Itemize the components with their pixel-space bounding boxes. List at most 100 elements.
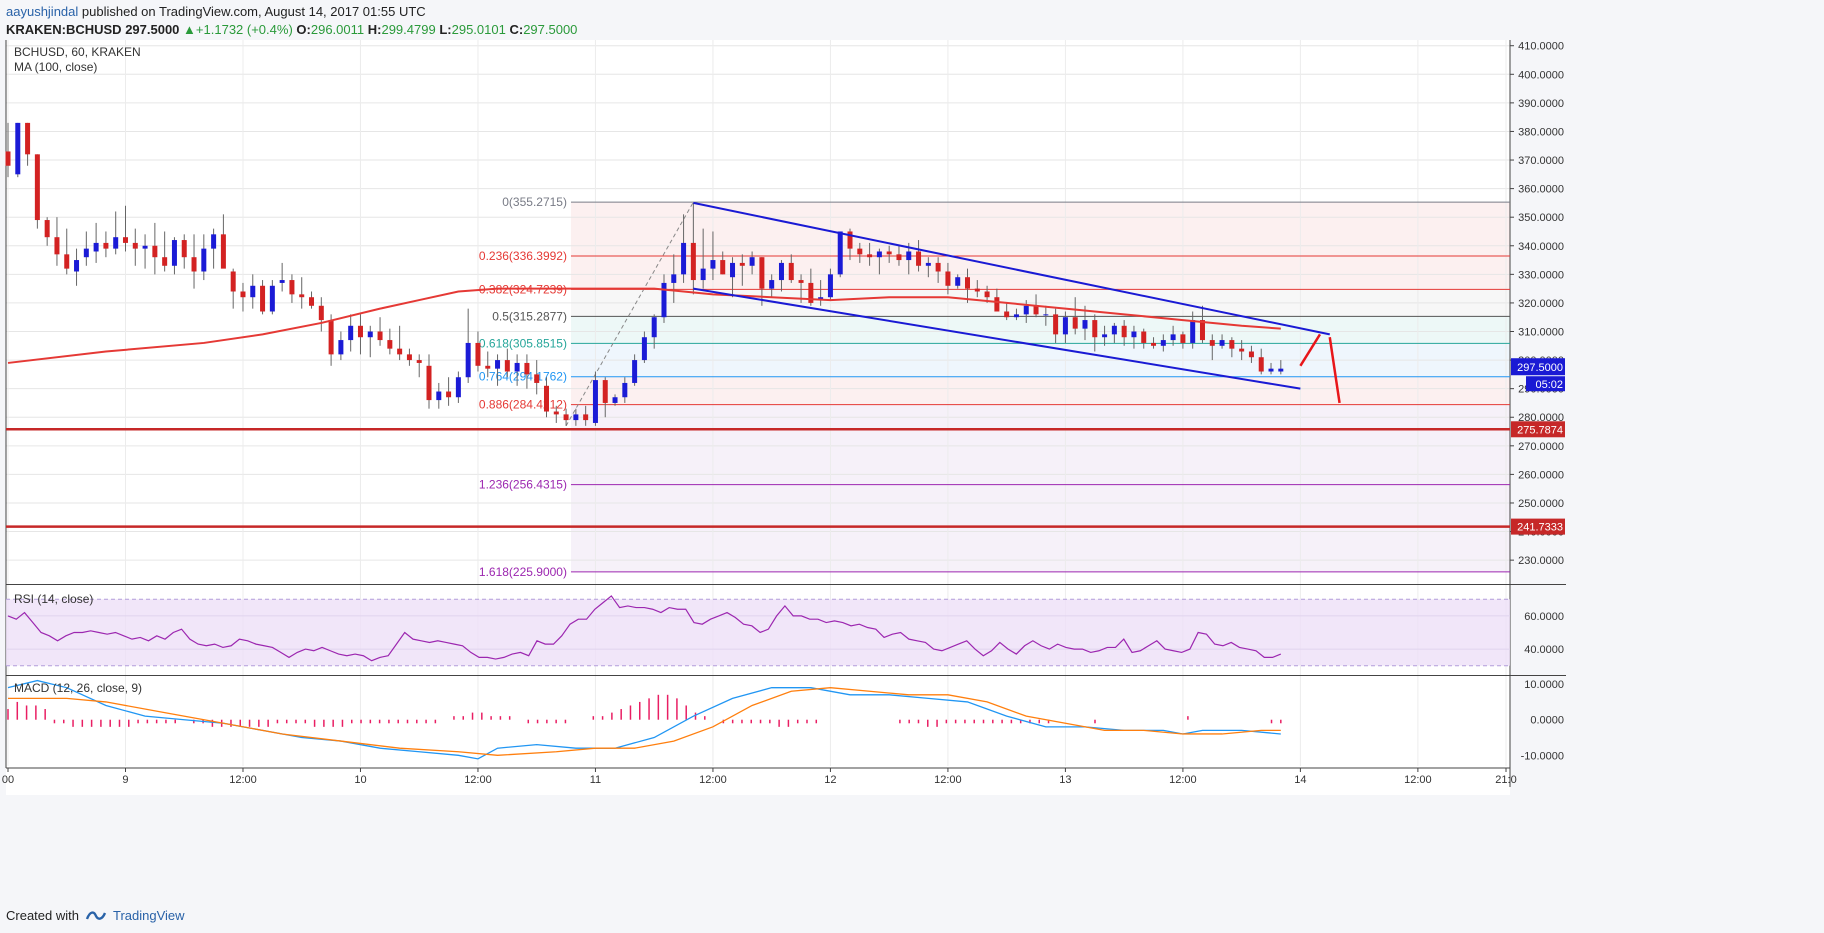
candle <box>455 377 461 398</box>
candle <box>543 385 549 412</box>
candle <box>632 360 638 383</box>
macd-tick-label: 10.0000 <box>1524 679 1564 691</box>
candle <box>896 254 902 261</box>
candle <box>348 325 354 341</box>
candle <box>1121 325 1127 338</box>
fib-label: 0.5(315.2877) <box>492 309 567 323</box>
candle <box>446 391 452 398</box>
created-with: Created with <box>6 908 79 923</box>
candle <box>289 280 295 295</box>
y-tick-label: 400.0000 <box>1518 69 1564 81</box>
candle <box>74 260 80 272</box>
candle <box>534 374 540 383</box>
fib-label: 0.764(294.1762) <box>479 370 567 384</box>
candle <box>122 237 128 243</box>
fib-label: 1.618(225.9000) <box>479 565 567 579</box>
candle <box>1072 317 1078 329</box>
symbol-label: KRAKEN:BCHUSD <box>6 22 122 37</box>
macd-legend: MACD (12, 26, close, 9) <box>14 681 142 695</box>
candle <box>1268 368 1274 372</box>
fib-zone <box>570 316 1510 344</box>
fib-label: 0(355.2715) <box>502 195 567 209</box>
candle <box>1082 320 1088 329</box>
candle <box>984 291 990 298</box>
candle <box>220 234 226 269</box>
candle <box>965 277 971 289</box>
price-chart[interactable]: 230.0000240.0000250.0000260.0000270.0000… <box>0 40 1824 895</box>
candle <box>1190 320 1196 343</box>
last-price-label: 297.5000 <box>1517 362 1563 374</box>
footer: Created with TradingView <box>6 908 185 923</box>
candle <box>152 245 158 258</box>
candle <box>426 365 432 401</box>
x-tick-label: 14 <box>1294 774 1306 786</box>
tradingview-brand[interactable]: TradingView <box>113 908 185 923</box>
candle <box>1023 305 1029 315</box>
x-tick-label: 9 <box>122 774 128 786</box>
candle <box>994 297 1000 312</box>
candle <box>857 248 863 255</box>
y-tick-label: 390.0000 <box>1518 98 1564 110</box>
macd-tick-label: -10.0000 <box>1521 750 1564 762</box>
candle <box>1131 331 1137 338</box>
candle <box>93 242 99 252</box>
rsi-tick-label: 40.0000 <box>1524 644 1564 656</box>
candle <box>201 248 207 272</box>
candle <box>759 257 765 289</box>
candle <box>612 397 618 403</box>
y-tick-label: 250.0000 <box>1518 498 1564 510</box>
legend-ma: MA (100, close) <box>14 60 97 74</box>
candle <box>44 220 50 238</box>
candle <box>1160 340 1166 346</box>
candle <box>925 262 931 266</box>
candle <box>945 271 951 286</box>
candle <box>788 262 794 281</box>
candle <box>34 154 40 221</box>
candle <box>64 254 70 269</box>
candle <box>837 231 843 275</box>
candle <box>700 268 706 281</box>
y-tick-label: 340.0000 <box>1518 241 1564 253</box>
candle <box>720 260 726 275</box>
candle <box>279 280 285 283</box>
countdown-label: 05:02 <box>1535 379 1563 391</box>
candle <box>1180 334 1186 343</box>
candle <box>514 362 520 372</box>
x-tick-label: 00 <box>2 774 14 786</box>
candle <box>798 280 804 283</box>
candle <box>5 151 11 166</box>
x-tick-label: 12 <box>824 774 836 786</box>
candle <box>769 280 775 289</box>
macd-tick-label: 0.0000 <box>1530 715 1564 727</box>
author-link[interactable]: aayushjindal <box>6 4 78 19</box>
candle <box>377 331 383 341</box>
candle <box>867 254 873 258</box>
candle <box>622 382 628 398</box>
open-value: 296.0011 <box>310 22 365 37</box>
change-arrow: ▲ <box>183 22 196 37</box>
candle <box>103 242 109 249</box>
candle <box>260 285 266 312</box>
candle <box>191 257 197 272</box>
y-tick-label: 310.0000 <box>1518 327 1564 339</box>
candle <box>367 331 373 338</box>
fib-zone <box>570 404 1510 485</box>
candle <box>583 414 589 421</box>
rsi-legend: RSI (14, close) <box>14 592 93 606</box>
fib-zone <box>570 202 1510 257</box>
candle <box>1111 325 1117 335</box>
x-tick-label: 12:00 <box>229 774 257 786</box>
low-value: 295.0101 <box>451 22 506 37</box>
candle <box>1170 334 1176 341</box>
candle <box>25 122 31 155</box>
candle <box>15 122 21 175</box>
fib-label: 0.618(305.8515) <box>479 336 567 350</box>
candle <box>357 325 363 338</box>
candle <box>1248 351 1254 358</box>
candle <box>916 251 922 266</box>
candle <box>1258 357 1264 372</box>
last-price: 297.5000 <box>125 22 180 37</box>
fib-label: 1.236(256.4315) <box>479 478 567 492</box>
candle <box>1062 317 1068 335</box>
y-tick-label: 270.0000 <box>1518 441 1564 453</box>
